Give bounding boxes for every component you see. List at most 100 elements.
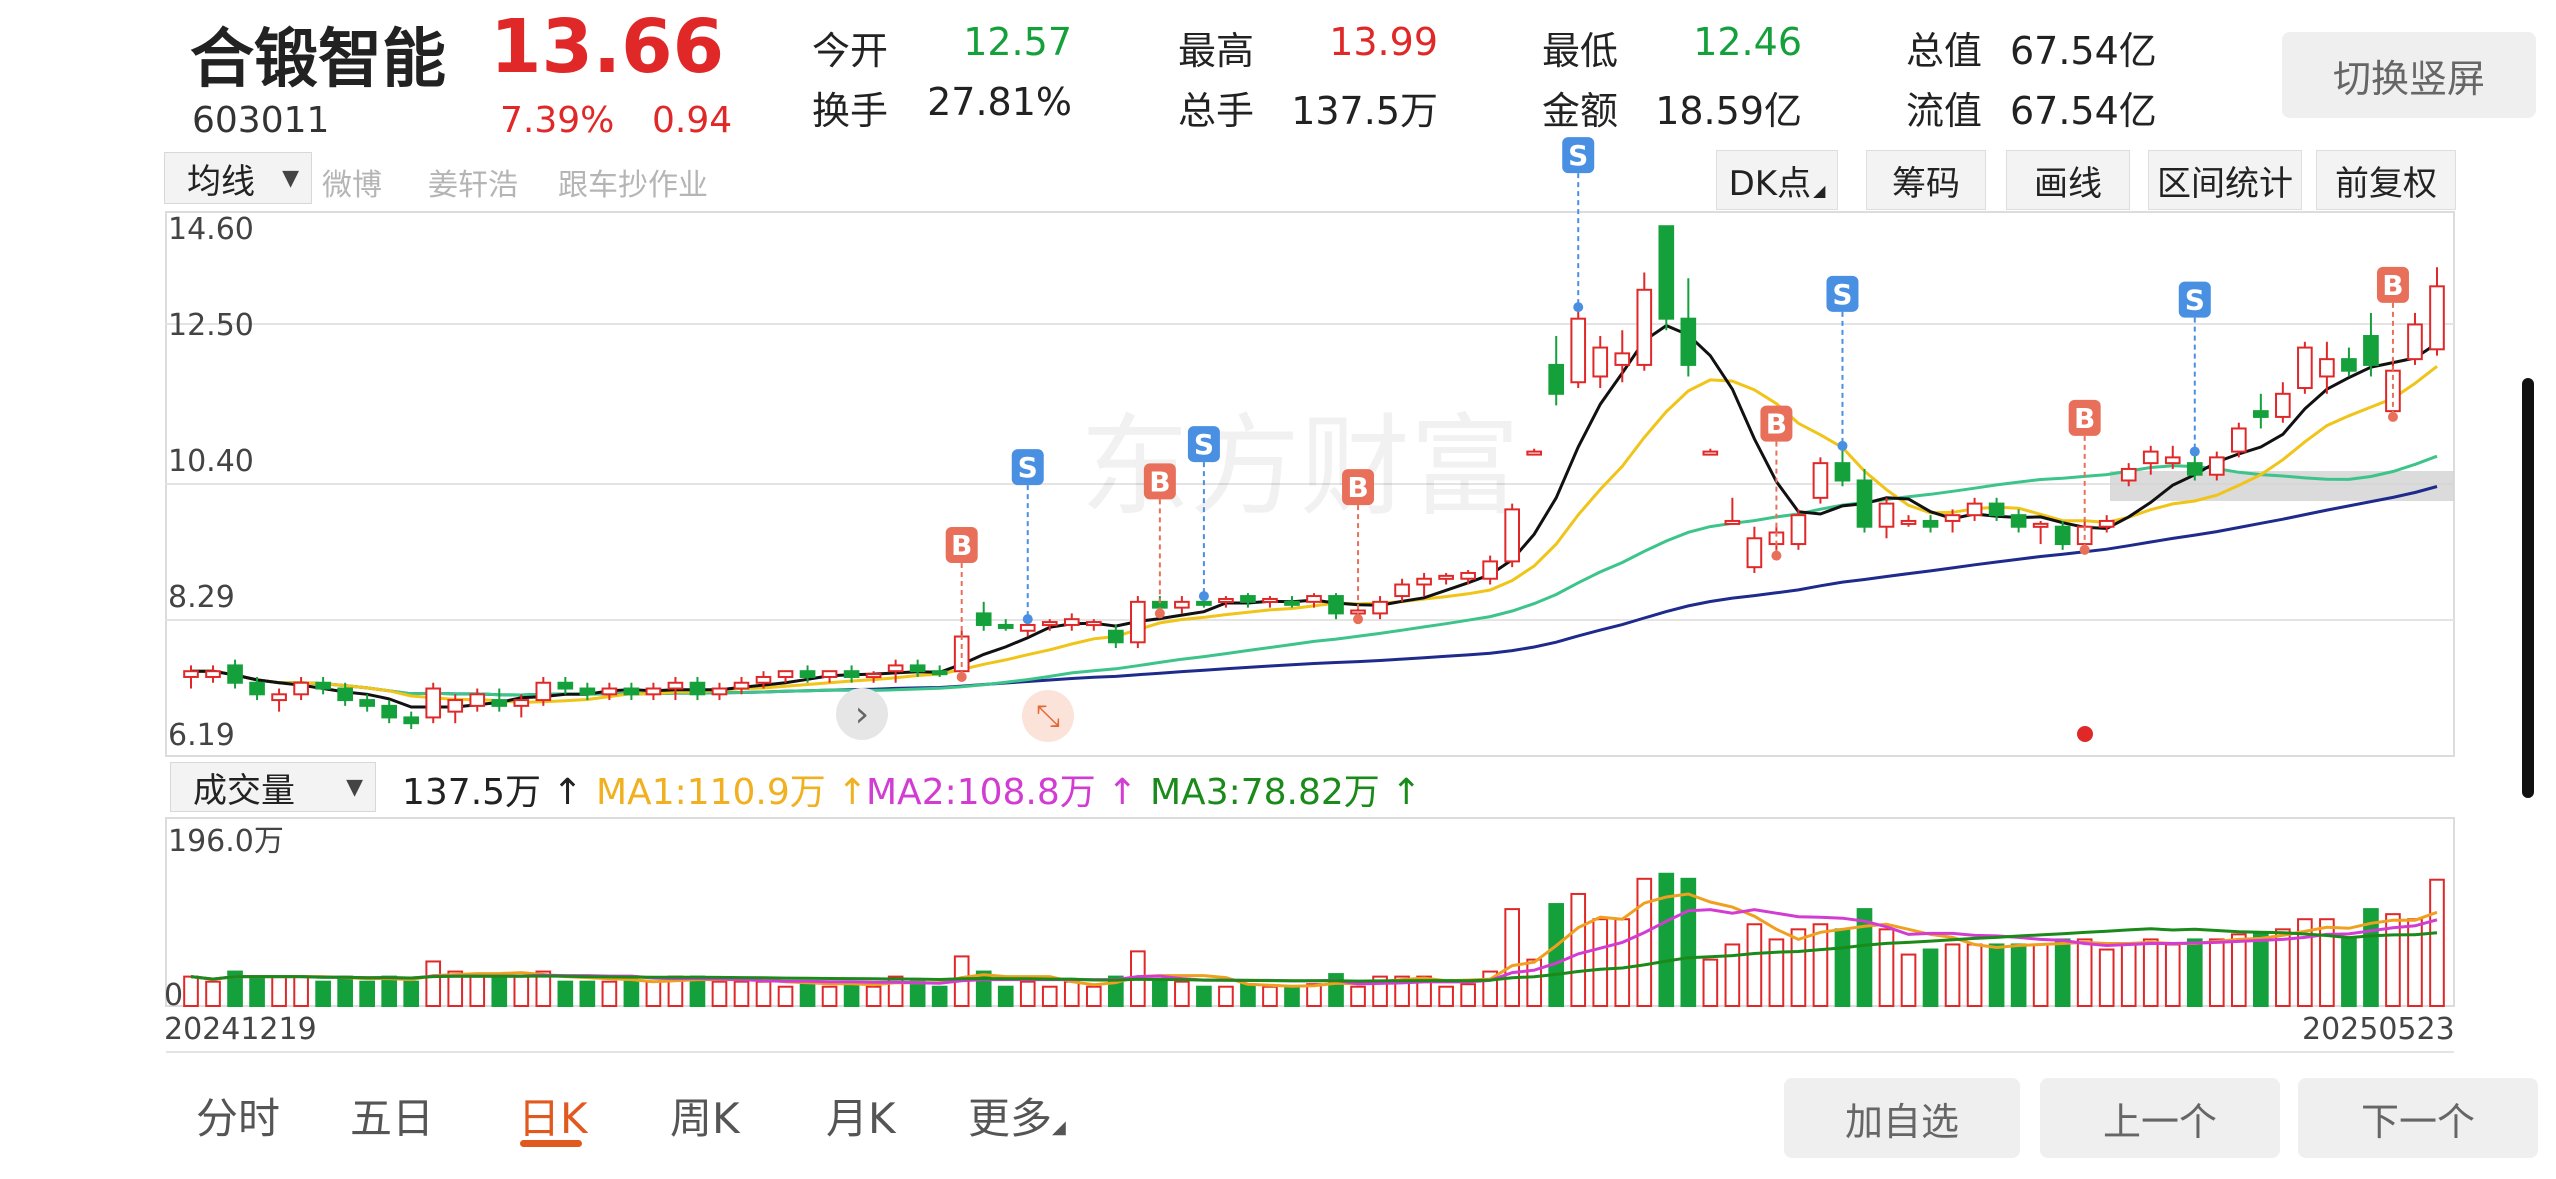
candle: [689, 681, 706, 696]
candle: [997, 623, 1014, 629]
candle: [2407, 323, 2423, 361]
volume-bar: [2341, 938, 2357, 1008]
volume-bar: [1592, 918, 1609, 1008]
price-axis-label: 10.40: [168, 444, 254, 479]
volume-bar: [1702, 958, 1719, 1007]
candle: [403, 716, 420, 725]
volume-bar: [1636, 877, 1653, 1008]
candle: [2010, 514, 2027, 528]
candle: [2186, 462, 2203, 476]
candle: [1966, 502, 1983, 517]
previous-button[interactable]: 上一个: [2040, 1078, 2280, 1158]
price-axis-label: 6.19: [168, 718, 235, 753]
volume-bar: [1019, 980, 1036, 1008]
volume-bar: [777, 985, 794, 1008]
volume-bar: [2186, 938, 2203, 1008]
tab-daily-k[interactable]: 日K: [518, 1085, 588, 1146]
candle: [557, 681, 574, 690]
price-axis-label: 14.60: [168, 212, 254, 247]
volume-bar: [1350, 985, 1366, 1008]
volume-bar: [1548, 903, 1565, 1007]
candle: [2253, 410, 2269, 418]
candle: [1482, 560, 1498, 580]
chevron-right-icon[interactable]: ›: [836, 688, 888, 740]
tab-intraday[interactable]: 分时: [196, 1085, 280, 1146]
candle: [1526, 450, 1543, 456]
chart-grid: [165, 211, 2455, 1053]
buy-signal-label: B: [1347, 471, 1368, 504]
scroll-indicator[interactable]: [2522, 378, 2534, 798]
tab-more[interactable]: 更多◢: [968, 1085, 1066, 1146]
date-start: 20241219: [164, 1012, 317, 1047]
candle: [667, 681, 684, 690]
volume-bar: [2010, 943, 2027, 1007]
volume-bar: [2253, 933, 2269, 1008]
tab-monthly-k[interactable]: 月K: [826, 1085, 896, 1146]
candle: [623, 687, 640, 696]
collapse-arrows-icon[interactable]: ⤡: [1022, 690, 1074, 742]
volume-bar: [1658, 872, 1675, 1008]
volume-bar: [755, 980, 772, 1008]
volume-bar: [2164, 943, 2181, 1007]
candle: [447, 699, 464, 713]
candle: [1834, 462, 1851, 482]
candle: [2297, 346, 2313, 390]
candle: [1658, 225, 1675, 320]
volume-bar: [1306, 983, 1322, 1008]
volume-bar: [2407, 918, 2423, 1008]
volume-bar: [2076, 938, 2093, 1008]
candle: [865, 673, 882, 679]
volume-bar: [2230, 933, 2247, 1008]
candle: [2032, 522, 2049, 528]
volume-bar: [1041, 985, 1058, 1008]
candle: [249, 681, 265, 696]
volume-bar: [2120, 943, 2137, 1007]
candle: [1085, 621, 1102, 627]
volume-indicator-selector[interactable]: 成交量 ▼: [170, 762, 376, 812]
candle: [513, 699, 530, 707]
marker-dot: [2077, 726, 2093, 742]
tab-weekly-k[interactable]: 周K: [670, 1085, 740, 1146]
candle: [1944, 514, 1961, 522]
volume-bar: [1570, 892, 1587, 1007]
candle: [1019, 623, 1036, 632]
tab-more-label: 更多: [968, 1094, 1053, 1143]
volume-bar: [1196, 985, 1212, 1008]
candle: [1350, 609, 1366, 615]
kline-chart[interactable]: 东方财富 BS BSBSBSBS B: [0, 0, 2556, 1179]
signal-dot: [1353, 614, 1364, 625]
candle: [1636, 288, 1653, 366]
add-watchlist-button[interactable]: 加自选: [1784, 1078, 2020, 1158]
signal-dot: [1198, 591, 1209, 602]
candle: [1174, 600, 1190, 609]
volume-bar: [821, 985, 838, 1008]
volume-bar: [1438, 985, 1454, 1008]
candle: [1614, 352, 1631, 366]
next-button[interactable]: 下一个: [2298, 1078, 2538, 1158]
arrow-up-icon: ↑: [1379, 772, 1422, 813]
signal-dot: [1022, 614, 1033, 625]
volume-bar: [623, 980, 640, 1008]
volume-axis-zero: 0: [164, 978, 184, 1013]
arrow-up-icon: ↑: [825, 772, 868, 813]
candle: [425, 687, 442, 719]
dropdown-caret-icon: ▼: [346, 774, 363, 800]
candle: [1922, 519, 1939, 528]
candle: [337, 687, 353, 702]
volume-bar: [2429, 878, 2445, 1007]
tab-five-day[interactable]: 五日: [350, 1085, 434, 1146]
candle: [1812, 462, 1829, 499]
candle: [2164, 456, 2181, 465]
arrow-up-icon: ↑: [1095, 772, 1138, 813]
candle: [1107, 629, 1124, 644]
volume-bar: [491, 975, 508, 1007]
candle: [381, 704, 398, 719]
signal-dot: [1154, 608, 1165, 619]
volume-bar: [1812, 923, 1829, 1008]
candle: [1592, 346, 1609, 378]
candle: [711, 687, 728, 696]
volume-bar: [469, 975, 486, 1007]
buy-signal-label: B: [2074, 402, 2095, 435]
volume-axis-top: 196.0万: [168, 824, 284, 859]
volume-bar: [601, 980, 618, 1008]
